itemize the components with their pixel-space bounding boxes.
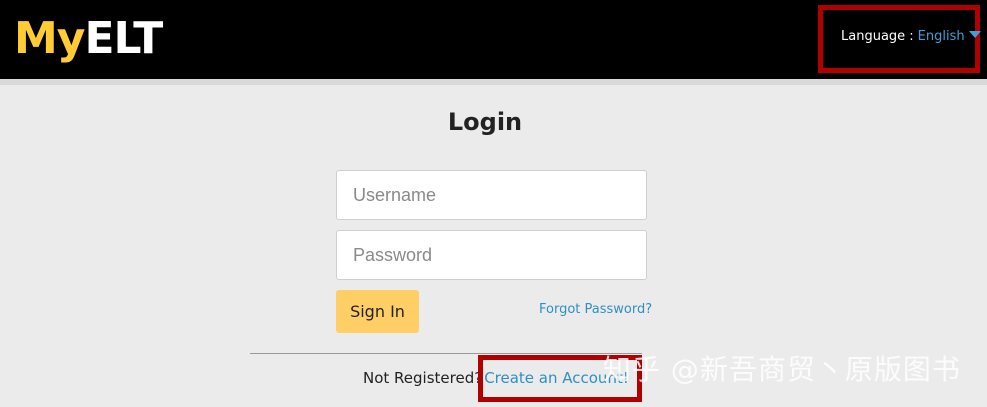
logo-my: My <box>14 13 85 64</box>
myelt-logo[interactable]: MyELT <box>14 13 163 64</box>
page-title: Login <box>447 108 523 136</box>
logo-elt: ELT <box>84 13 163 64</box>
chevron-down-icon[interactable] <box>968 31 981 38</box>
language-value[interactable]: English <box>918 29 965 44</box>
password-input[interactable] <box>336 230 647 280</box>
sign-in-button[interactable]: Sign In <box>336 290 419 333</box>
watermark: 知乎 @新吾商贸丶原版图书 <box>603 353 961 386</box>
divider <box>250 353 642 354</box>
navbar-divider <box>0 79 987 85</box>
not-registered-label: Not Registered? <box>363 369 483 387</box>
forgot-password-link[interactable]: Forgot Password? <box>539 302 652 317</box>
username-input[interactable] <box>336 170 647 220</box>
language-label: Language : <box>841 29 914 44</box>
language-selector[interactable]: Language : English <box>841 29 981 44</box>
